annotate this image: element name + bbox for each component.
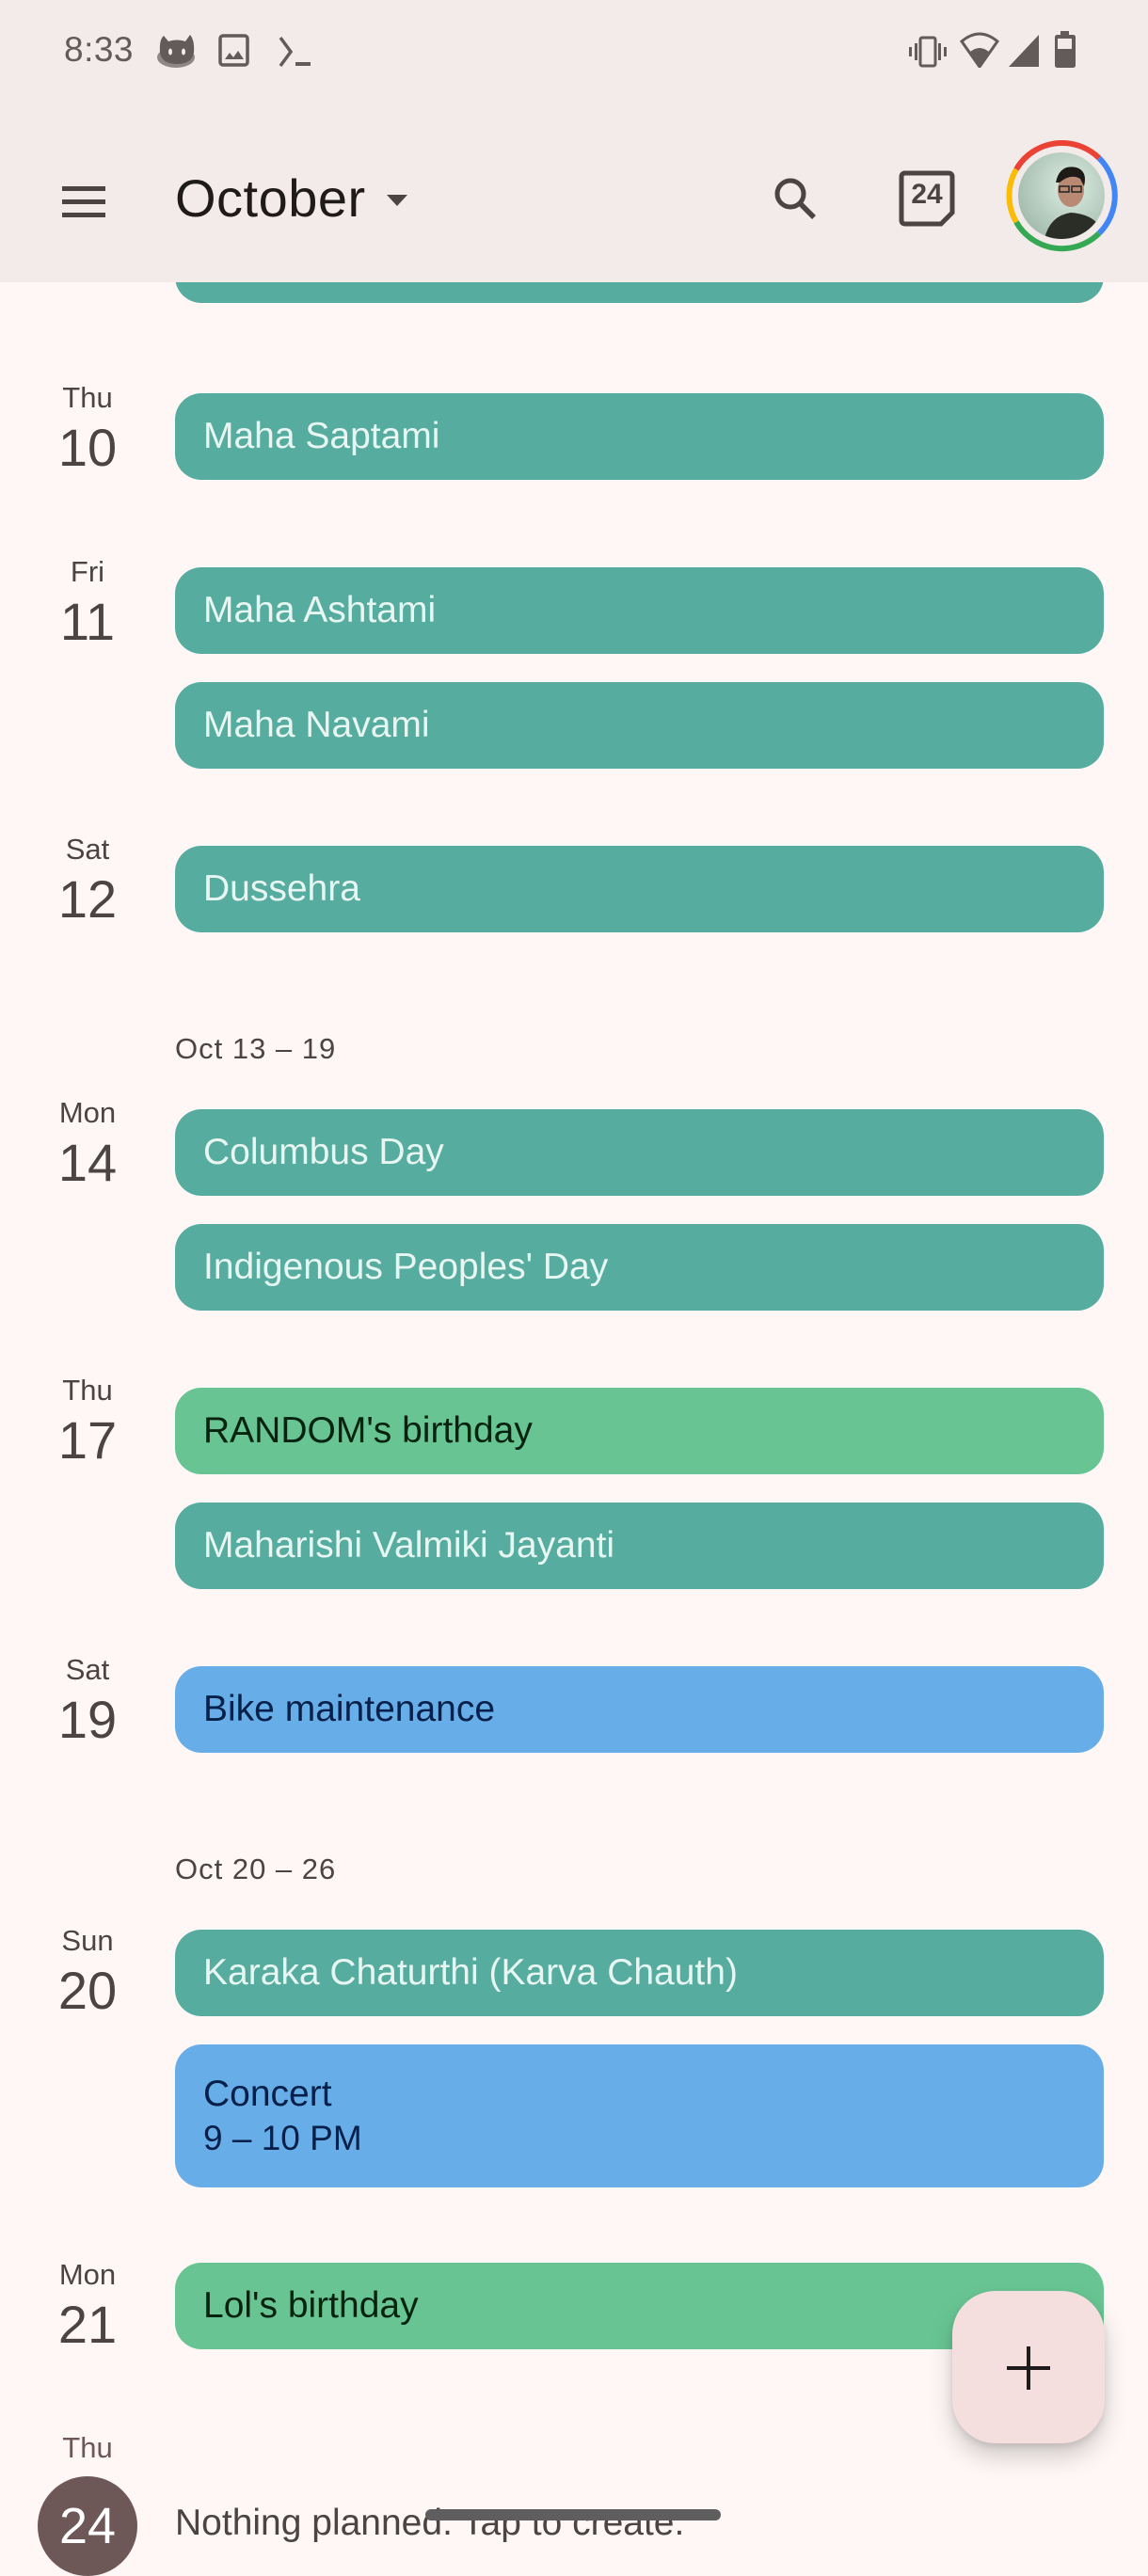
event-chip[interactable]: Maha Ashtami [175, 567, 1104, 654]
search-icon [774, 178, 816, 219]
event-title: Karaka Chaturthi (Karva Chauth) [203, 1952, 738, 1993]
day-label-17[interactable]: Thu 17 [0, 1374, 175, 1470]
event-title: Indigenous Peoples' Day [203, 1247, 609, 1287]
week-range-header: Oct 13 – 19 [175, 1032, 337, 1065]
today-date-circle[interactable]: 24 [38, 2476, 137, 2576]
event-chip-personal[interactable]: Concert 9 – 10 PM [175, 2044, 1104, 2187]
event-title: RANDOM's birthday [203, 1410, 533, 1451]
day-number: 17 [57, 1410, 118, 1470]
day-of-week: Thu [62, 1374, 113, 1407]
event-chip[interactable]: Karaka Chaturthi (Karva Chauth) [175, 1930, 1104, 2016]
day-label-19[interactable]: Sat 19 [0, 1653, 175, 1749]
event-title: Maharishi Valmiki Jayanti [203, 1525, 615, 1566]
create-event-fab[interactable] [952, 2291, 1105, 2443]
event-chip-birthday[interactable]: RANDOM's birthday [175, 1388, 1104, 1474]
status-time: 8:33 [64, 30, 135, 69]
month-title: October [175, 167, 366, 228]
day-label-20[interactable]: Sun 20 [0, 1924, 175, 2020]
day-label-10[interactable]: Thu 10 [0, 381, 175, 477]
day-of-week: Sat [65, 833, 110, 866]
event-title: Concert [203, 2074, 332, 2114]
event-title: Dussehra [203, 868, 360, 909]
search-button[interactable] [762, 166, 828, 231]
month-selector[interactable]: October [175, 160, 407, 235]
day-number: 21 [57, 2295, 118, 2354]
event-title: Maha Saptami [203, 416, 440, 456]
day-label-21[interactable]: Mon 21 [0, 2258, 175, 2354]
terminal-icon [279, 36, 311, 68]
event-chip[interactable]: Indigenous Peoples' Day [175, 1224, 1104, 1311]
event-title: Maha Ashtami [203, 590, 437, 630]
event-title: Bike maintenance [203, 1689, 496, 1729]
gallery-icon [218, 34, 249, 67]
menu-button[interactable] [53, 167, 113, 228]
cat-app-icon [157, 35, 195, 68]
day-number: 20 [57, 1961, 118, 2020]
day-of-week: Sun [61, 1924, 114, 1957]
app-toolbar: October 24 [0, 132, 1148, 263]
week-range-header: Oct 20 – 26 [175, 1852, 337, 1885]
today-date-label: 24 [911, 179, 943, 210]
plus-icon [1007, 2346, 1050, 2390]
cellular-signal-icon [1009, 35, 1039, 67]
day-number: 11 [59, 592, 116, 651]
today-day-of-week: Thu [62, 2431, 113, 2464]
jump-to-today-button[interactable]: 24 [894, 166, 960, 231]
day-of-week: Mon [58, 1096, 117, 1129]
day-of-week: Sat [65, 1653, 110, 1686]
account-avatar[interactable] [1005, 139, 1118, 252]
schedule-list[interactable]: 9 Thu 10 Maha Saptami Fri 11 Maha Ashtam… [0, 0, 1148, 2576]
hamburger-menu-icon [62, 186, 105, 217]
day-number: 12 [57, 869, 118, 929]
status-bar: 8:33 [0, 0, 1148, 103]
vibrate-icon [909, 36, 947, 68]
account-avatar-image [1006, 139, 1118, 252]
day-label-12[interactable]: Sat 12 [0, 833, 175, 929]
day-number: 19 [57, 1690, 118, 1749]
day-of-week: Thu [62, 381, 113, 414]
event-title: Maha Navami [203, 705, 430, 745]
event-time: 9 – 10 PM [203, 2119, 362, 2157]
caret-down-icon [386, 195, 407, 206]
event-chip[interactable]: Dussehra [175, 846, 1104, 932]
event-chip[interactable]: Maha Navami [175, 682, 1104, 769]
event-title: Columbus Day [203, 1132, 444, 1172]
event-chip[interactable]: Columbus Day [175, 1109, 1104, 1196]
day-label-14[interactable]: Mon 14 [0, 1096, 175, 1192]
event-chip[interactable]: Maha Saptami [175, 393, 1104, 480]
day-of-week: Mon [58, 2258, 117, 2291]
event-chip-personal[interactable]: Bike maintenance [175, 1666, 1104, 1753]
day-label-11[interactable]: Fri 11 [0, 555, 175, 651]
app-header: 8:33 October 24 [0, 0, 1148, 282]
event-chip[interactable]: Maharishi Valmiki Jayanti [175, 1503, 1104, 1589]
day-of-week: Fri [70, 555, 105, 588]
day-number: 10 [57, 418, 118, 477]
day-number: 14 [57, 1133, 118, 1192]
gesture-nav-handle[interactable] [425, 2509, 721, 2520]
wifi-icon [960, 32, 999, 68]
battery-icon [1055, 31, 1076, 68]
